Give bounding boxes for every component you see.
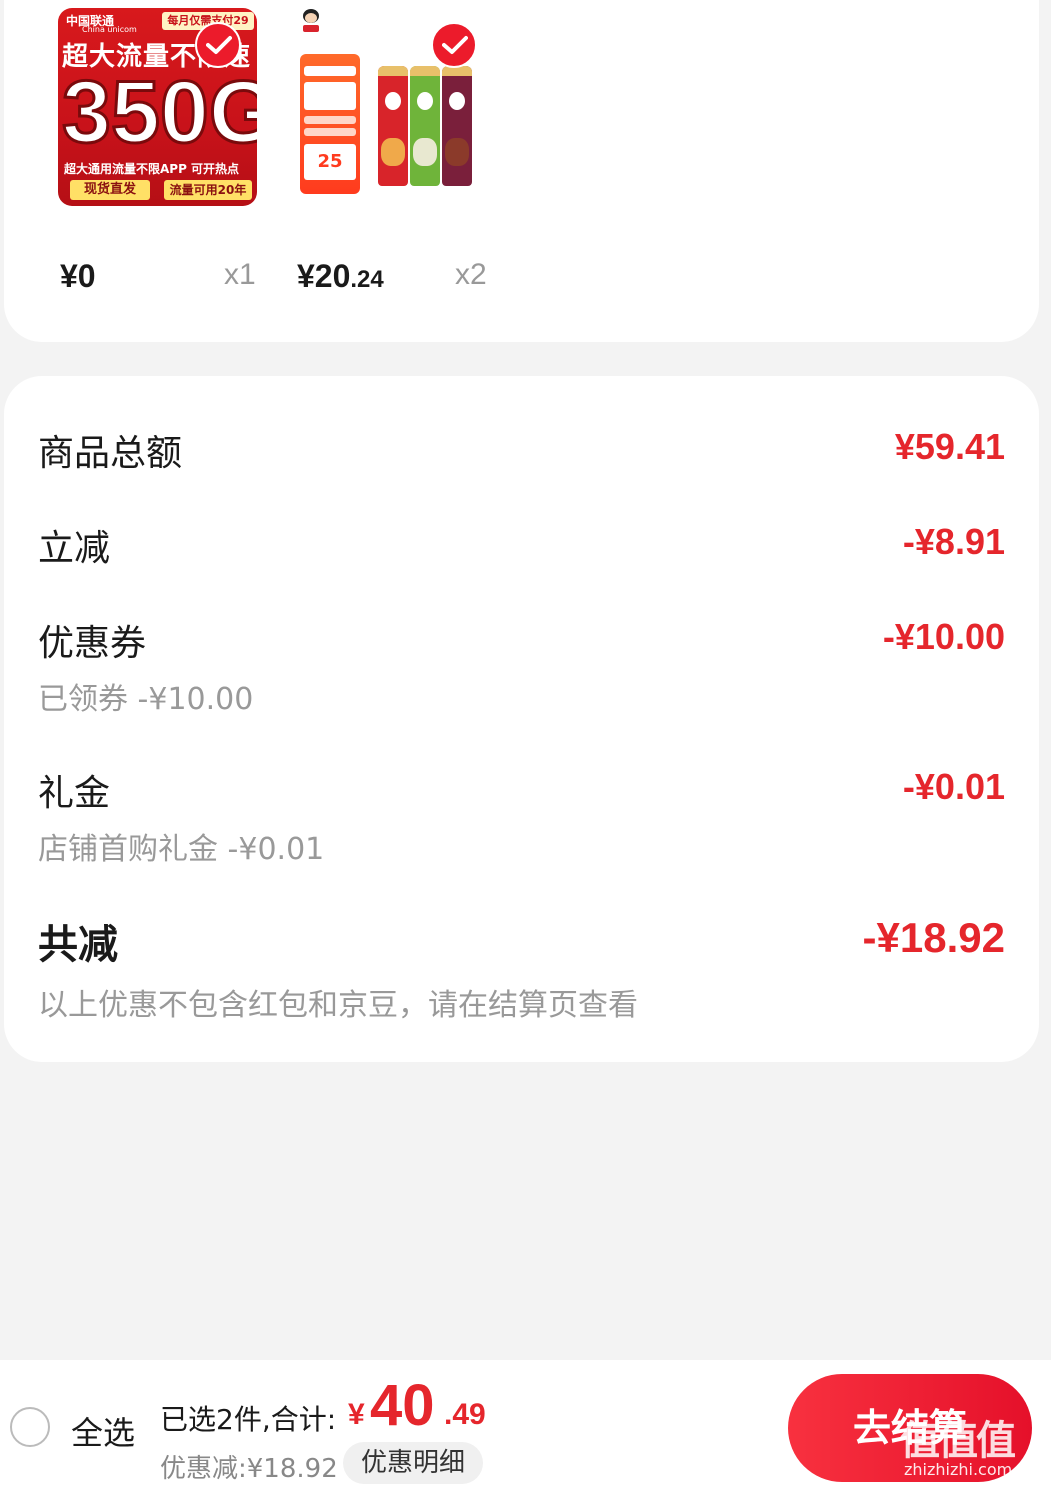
total-discount-value: -¥18.92 bbox=[862, 914, 1005, 961]
unicom-brand-sub: China unicom bbox=[82, 25, 137, 34]
checkout-bar: 全选 已选2件,合计: ¥ 40 .49 优惠减:¥18.92 优惠明细 去结算 bbox=[0, 1360, 1051, 1495]
gift-value: -¥0.01 bbox=[902, 766, 1005, 807]
total-amount-dec: .49 bbox=[444, 1398, 486, 1431]
total-currency: ¥ bbox=[348, 1398, 365, 1431]
watermark-url: zhizhizhi.com bbox=[904, 1460, 1013, 1479]
product-2-price: ¥20.24 bbox=[297, 258, 384, 294]
product-subline: 超大通用流量不限APP 可开热点 bbox=[64, 162, 240, 176]
discount-detail-button[interactable]: 优惠明细 bbox=[343, 1442, 483, 1484]
product-tag-right: 流量可用20年 bbox=[164, 180, 252, 200]
coupon-value: -¥10.00 bbox=[882, 616, 1005, 657]
total-amount-int: 40 bbox=[370, 1373, 435, 1438]
product-1-price: ¥0 bbox=[60, 258, 96, 294]
watermark-logo: 值值值 bbox=[900, 1418, 1016, 1464]
product-tag-left: 现货直发 bbox=[70, 180, 150, 200]
price-summary-card: 商品总额 ¥59.41 立减 -¥8.91 优惠券 -¥10.00 已领券 -¥… bbox=[4, 376, 1039, 1062]
select-all-radio[interactable] bbox=[10, 1407, 50, 1447]
instant-discount-label: 立减 bbox=[38, 528, 111, 569]
select-all-label[interactable]: 全选 bbox=[71, 1408, 135, 1454]
discount-note: 以上优惠不包含红包和京豆，请在结算页查看 bbox=[38, 988, 638, 1023]
product-big-text: 350G bbox=[61, 62, 258, 161]
selected-count-text: 已选2件,合计: bbox=[160, 1403, 337, 1436]
pringles-can-green bbox=[410, 66, 440, 186]
total-discount-label: 共减 bbox=[38, 922, 118, 968]
pringles-logo-icon bbox=[300, 8, 322, 34]
product-1-qty: x1 bbox=[224, 258, 256, 291]
poster-price: 25 bbox=[304, 144, 356, 180]
pringles-can-purple bbox=[442, 66, 472, 186]
coupon-sub: 已领券 -¥10.00 bbox=[38, 682, 254, 717]
coupon-label: 优惠券 bbox=[38, 623, 147, 664]
instant-discount-value: -¥8.91 bbox=[902, 521, 1005, 562]
goods-total-label: 商品总额 bbox=[38, 433, 183, 474]
pringles-can-red bbox=[378, 66, 408, 186]
product-2-check-icon[interactable] bbox=[431, 22, 477, 68]
product-2-qty: x2 bbox=[455, 258, 487, 291]
discount-summary-text: 优惠减:¥18.92 bbox=[160, 1454, 338, 1484]
watermark: 值值值 zhizhizhi.com bbox=[900, 1408, 1050, 1488]
product-1-check-icon[interactable] bbox=[195, 22, 241, 68]
goods-total-value: ¥59.41 bbox=[894, 426, 1005, 467]
promo-poster: 25 bbox=[300, 54, 360, 194]
gift-label: 礼金 bbox=[38, 773, 111, 814]
gift-sub: 店铺首购礼金 -¥0.01 bbox=[38, 832, 325, 867]
